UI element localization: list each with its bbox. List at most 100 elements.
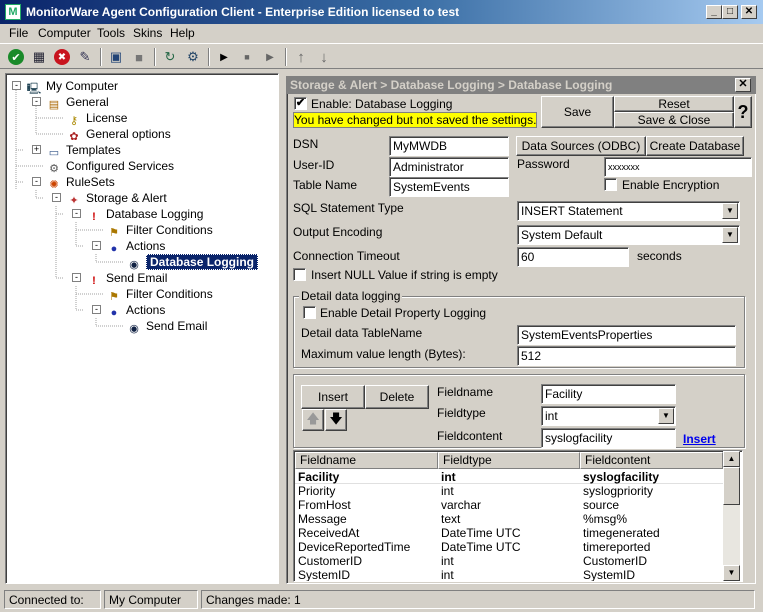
timeout-input[interactable]: [517, 247, 629, 267]
reset-button[interactable]: Reset: [614, 96, 734, 112]
insert-field-button[interactable]: Insert: [301, 385, 365, 409]
table-cell[interactable]: Facility: [298, 470, 438, 484]
tree-item-actions-2[interactable]: ● Actions: [106, 302, 166, 319]
table-cell[interactable]: syslogfacility: [583, 470, 721, 484]
minimize-button[interactable]: _: [706, 5, 722, 19]
cancel-icon[interactable]: ✖: [54, 49, 70, 65]
table-cell[interactable]: source: [583, 498, 721, 512]
column-header-fieldcontent[interactable]: Fieldcontent: [580, 452, 723, 469]
tree-item-rulesets[interactable]: ✺ RuleSets: [46, 174, 114, 191]
help-button[interactable]: ?: [734, 96, 752, 128]
config-tree[interactable]: - 🖳 My Computer - ▤ General ⚷ License ✿ Gene…: [5, 73, 279, 584]
down-arrow-icon[interactable]: ↓: [314, 47, 334, 67]
tree-item-configured-services[interactable]: ⚙ Configured Services: [46, 158, 174, 175]
table-cell[interactable]: int: [441, 484, 581, 498]
tree-item-send-email-action[interactable]: ◉ Send Email: [126, 318, 207, 335]
detail-logging-checkbox[interactable]: [303, 306, 316, 319]
save-close-button[interactable]: Save & Close: [614, 112, 734, 128]
scroll-thumb[interactable]: [723, 467, 740, 505]
table-cell[interactable]: int: [441, 554, 581, 568]
table-cell[interactable]: CustomerID: [298, 554, 438, 568]
encoding-select[interactable]: System Default ▼: [517, 225, 740, 245]
insert-link[interactable]: Insert: [683, 432, 716, 446]
fieldname-input[interactable]: [541, 384, 676, 404]
table-cell[interactable]: int: [441, 568, 581, 581]
tree-item-general-options[interactable]: ✿ General options: [66, 126, 170, 143]
table-cell[interactable]: CustomerID: [583, 554, 721, 568]
scroll-down-button[interactable]: ▼: [723, 565, 740, 581]
userid-input[interactable]: [389, 157, 509, 177]
fieldcontent-input[interactable]: [541, 428, 676, 448]
delete-field-button[interactable]: Delete: [365, 385, 429, 409]
table-cell[interactable]: DeviceReportedTime: [298, 540, 438, 554]
save-icon[interactable]: ▦: [29, 47, 49, 67]
tree-item-general[interactable]: ▤ General: [46, 94, 109, 111]
tree-item-filter-conditions-1[interactable]: ⚑ Filter Conditions: [106, 222, 213, 239]
check-icon[interactable]: ✔: [8, 49, 24, 65]
table-cell[interactable]: syslogpriority: [583, 484, 721, 498]
column-header-fieldname[interactable]: Fieldname: [295, 452, 438, 469]
chevron-down-icon[interactable]: ▼: [658, 408, 674, 424]
detail-table-input[interactable]: [517, 325, 736, 345]
grid-scrollbar[interactable]: ▲ ▼: [723, 451, 740, 581]
menu-computer[interactable]: Computer: [38, 26, 91, 40]
dsn-input[interactable]: [389, 136, 509, 156]
menu-tools[interactable]: Tools: [97, 26, 125, 40]
expander-actions-2[interactable]: -: [92, 305, 101, 314]
expander-rulesets[interactable]: -: [32, 177, 41, 186]
table-cell[interactable]: %msg%: [583, 512, 721, 526]
network-icon[interactable]: ▣: [106, 47, 126, 67]
step-icon[interactable]: ▶: [260, 47, 280, 67]
fields-grid[interactable]: Fieldname Fieldtype Fieldcontent Facilit…: [293, 450, 743, 582]
menu-file[interactable]: File: [9, 26, 28, 40]
table-cell[interactable]: SystemID: [583, 568, 721, 581]
expander-database-logging-rule[interactable]: -: [72, 209, 81, 218]
data-sources-button[interactable]: Data Sources (ODBC): [516, 136, 646, 156]
config-icon[interactable]: ⚙: [183, 47, 203, 67]
table-cell[interactable]: varchar: [441, 498, 581, 512]
tree-item-database-logging-action[interactable]: ◉ Database Logging: [126, 254, 259, 271]
expander-general[interactable]: -: [32, 97, 41, 106]
tree-item-storage-alert[interactable]: ✦ Storage & Alert: [66, 190, 166, 207]
column-header-fieldtype[interactable]: Fieldtype: [438, 452, 580, 469]
expander-send-email-rule[interactable]: -: [72, 273, 81, 282]
maximize-button[interactable]: □: [722, 5, 738, 19]
close-window-button[interactable]: ✕: [741, 5, 757, 19]
tree-item-send-email-rule[interactable]: ! Send Email: [86, 270, 167, 287]
maxlen-input[interactable]: [517, 346, 736, 366]
fieldtype-select[interactable]: int ▼: [541, 406, 676, 426]
expander-templates[interactable]: +: [32, 145, 41, 154]
create-database-button[interactable]: Create Database: [646, 136, 744, 156]
stop-icon[interactable]: ■: [237, 47, 257, 67]
refresh-icon[interactable]: ↻: [160, 47, 180, 67]
tree-item-database-logging-rule[interactable]: ! Database Logging: [86, 206, 203, 223]
tree-item-actions-1[interactable]: ● Actions: [106, 238, 166, 255]
table-cell[interactable]: ReceivedAt: [298, 526, 438, 540]
table-cell[interactable]: DateTime UTC: [441, 526, 581, 540]
table-cell[interactable]: SystemID: [298, 568, 438, 581]
menu-skins[interactable]: Skins: [133, 26, 162, 40]
move-down-button[interactable]: 🡇: [325, 409, 347, 431]
table-cell[interactable]: FromHost: [298, 498, 438, 512]
wizard-icon[interactable]: ✎: [75, 47, 95, 67]
insert-null-checkbox[interactable]: [293, 268, 306, 281]
expander-actions-1[interactable]: -: [92, 241, 101, 250]
encryption-checkbox[interactable]: [604, 178, 617, 191]
table-cell[interactable]: int: [441, 470, 581, 484]
tree-item-my-computer[interactable]: 🖳 My Computer: [26, 78, 118, 95]
enable-checkbox[interactable]: ✔: [294, 97, 307, 110]
expander-storage-alert[interactable]: -: [52, 193, 61, 202]
chevron-down-icon[interactable]: ▼: [722, 203, 738, 219]
move-up-button[interactable]: 🡅: [302, 409, 324, 431]
table-cell[interactable]: Priority: [298, 484, 438, 498]
table-cell[interactable]: Message: [298, 512, 438, 526]
table-cell[interactable]: text: [441, 512, 581, 526]
menu-help[interactable]: Help: [170, 26, 195, 40]
password-input[interactable]: [604, 157, 752, 177]
tree-item-templates[interactable]: ▭ Templates: [46, 142, 121, 159]
tree-item-filter-conditions-2[interactable]: ⚑ Filter Conditions: [106, 286, 213, 303]
table-cell[interactable]: timegenerated: [583, 526, 721, 540]
save-button[interactable]: Save: [541, 96, 614, 128]
panel-close-button[interactable]: ✕: [735, 78, 751, 92]
up-arrow-icon[interactable]: ↑: [291, 47, 311, 67]
